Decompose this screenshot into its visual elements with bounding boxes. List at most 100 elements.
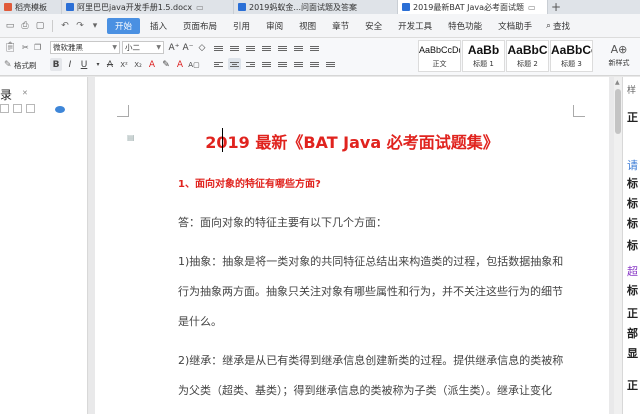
pane-char[interactable]: 部: [627, 325, 638, 341]
pane-char[interactable]: 请: [627, 157, 638, 173]
align-left-icon[interactable]: [212, 58, 225, 70]
format-painter-label[interactable]: 格式刷: [14, 60, 37, 71]
style-format-pane: 样 正 请 标 标 标 标 超 标 正 部 显 正: [622, 77, 640, 414]
pane-char[interactable]: 显: [627, 345, 638, 361]
bold-button[interactable]: B: [50, 58, 62, 71]
align-right-icon[interactable]: [244, 58, 257, 70]
line-spacing-icon[interactable]: [292, 58, 305, 70]
justify-icon[interactable]: [260, 58, 273, 70]
chevron-down-icon: ▼: [112, 44, 117, 51]
menu-review[interactable]: 审阅: [258, 14, 291, 38]
pane-char[interactable]: 标: [627, 282, 638, 298]
tab-ant-interview[interactable]: 2019蚂蚁金...问面试题及答案: [234, 0, 398, 14]
strikethrough-button[interactable]: A: [104, 58, 116, 71]
copy-icon[interactable]: ❐: [34, 43, 41, 52]
pane-char[interactable]: 正: [627, 109, 638, 125]
add-heading-icon[interactable]: [13, 104, 22, 113]
chevron-down-icon[interactable]: ▾: [92, 58, 104, 71]
print-icon[interactable]: ⎙: [19, 20, 31, 32]
eye-icon[interactable]: [55, 106, 65, 113]
scroll-up-icon[interactable]: ▲: [615, 79, 620, 86]
menu-home[interactable]: 开始: [107, 17, 141, 34]
save-icon[interactable]: ▭: [4, 20, 16, 32]
close-icon[interactable]: ✕: [22, 89, 28, 97]
pane-char[interactable]: 标: [627, 237, 638, 253]
style-heading-3[interactable]: AaBbCc 标题 3: [550, 40, 593, 72]
preview-icon[interactable]: ▢: [34, 20, 46, 32]
font-name-select[interactable]: 微软雅黑 ▼: [50, 41, 120, 54]
pane-char[interactable]: 标: [627, 215, 638, 231]
style-normal[interactable]: AaBbCcDd 正文: [418, 40, 461, 72]
menu-references[interactable]: 引用: [225, 14, 258, 38]
tab-docer-templates[interactable]: 稻壳模板: [0, 0, 62, 14]
margin-mark: [117, 105, 129, 117]
new-style-label: 新样式: [608, 59, 630, 67]
align-center-icon[interactable]: [228, 58, 241, 70]
menu-special-features[interactable]: 特色功能: [440, 14, 490, 38]
sort-icon[interactable]: [292, 42, 305, 54]
subscript-button[interactable]: X₂: [132, 58, 144, 71]
paste-icon[interactable]: 📋︎: [4, 42, 17, 54]
font-color-button[interactable]: A: [146, 58, 158, 71]
style-name: 标题 3: [561, 60, 582, 68]
new-tab-button[interactable]: +: [548, 0, 564, 14]
close-icon[interactable]: ▭: [528, 3, 536, 12]
format-painter-icon[interactable]: ✎: [4, 60, 12, 70]
tab-label: 阿里巴巴java开发手册1.5.docx: [77, 2, 193, 12]
redo-icon[interactable]: ↷: [74, 20, 86, 32]
show-marks-icon[interactable]: [308, 42, 321, 54]
question-heading: 1、面向对象的特征有哪些方面?: [178, 179, 321, 190]
style-preview: AaBbCcDd: [419, 45, 460, 55]
style-heading-2[interactable]: AaBbC 标题 2: [506, 40, 549, 72]
new-style-button[interactable]: A⊕ 新样式: [600, 42, 638, 74]
superscript-button[interactable]: X²: [118, 58, 130, 71]
body-line: 1)抽象：抽象是将一类对象的共同特征总结出来构造类的过程，包括数据抽象和: [178, 255, 564, 268]
font-size-select[interactable]: 小二 ▼: [122, 41, 164, 54]
quick-access-toolbar: ▭ ⎙ ▢ ↶ ↷ ▾: [0, 19, 101, 32]
vertical-scrollbar[interactable]: ▲: [614, 77, 622, 414]
char-border-icon[interactable]: A▢: [188, 58, 200, 71]
menu-security[interactable]: 安全: [357, 14, 390, 38]
distribute-icon[interactable]: [276, 58, 289, 70]
bullet-list-icon[interactable]: [212, 42, 225, 54]
expand-icon[interactable]: [0, 104, 9, 113]
cut-icon[interactable]: ✂: [22, 43, 29, 52]
increase-indent-icon[interactable]: [260, 42, 273, 54]
menu-insert[interactable]: 插入: [142, 14, 175, 38]
menu-page-layout[interactable]: 页面布局: [175, 14, 225, 38]
italic-button[interactable]: I: [64, 58, 76, 71]
style-name: 正文: [432, 60, 447, 68]
scrollbar-thumb[interactable]: [615, 89, 621, 134]
shading-icon[interactable]: [308, 58, 321, 70]
text-effect-button[interactable]: A: [174, 58, 186, 71]
nav-pane-title: 录: [0, 88, 13, 102]
document-page[interactable]: ▤ 2019 最新《BAT Java 必考面试题集》 1、面向对象的特征有哪些方…: [95, 77, 609, 414]
highlight-icon[interactable]: ✎: [160, 58, 172, 71]
style-heading-1[interactable]: AaBb 标题 1: [462, 40, 505, 72]
menu-doc-assistant[interactable]: 文档助手: [490, 14, 540, 38]
pane-char[interactable]: 正: [627, 305, 638, 321]
chinese-layout-icon[interactable]: [276, 42, 289, 54]
menu-section[interactable]: 章节: [324, 14, 357, 38]
tab-bat-java[interactable]: 2019最新BAT Java必考面试题 ▭: [398, 0, 548, 14]
menu-bar: ▭ ⎙ ▢ ↶ ↷ ▾ 开始 插入 页面布局 引用 审阅 视图 章节 安全 开发…: [0, 14, 640, 38]
menu-view[interactable]: 视图: [291, 14, 324, 38]
grow-font-icon[interactable]: A⁺: [168, 41, 180, 54]
border-icon[interactable]: [324, 58, 337, 70]
pane-char[interactable]: 超: [627, 263, 638, 279]
undo-icon[interactable]: ↶: [59, 20, 71, 32]
menu-developer-tools[interactable]: 开发工具: [390, 14, 440, 38]
pane-char[interactable]: 正: [627, 377, 638, 393]
pane-char[interactable]: 标: [627, 175, 638, 191]
shrink-font-icon[interactable]: A⁻: [182, 41, 194, 54]
search-button[interactable]: ⌕ 查找: [540, 20, 576, 32]
tab-alibaba-manual[interactable]: 阿里巴巴java开发手册1.5.docx ▭: [62, 0, 234, 14]
decrease-indent-icon[interactable]: [244, 42, 257, 54]
clear-format-icon[interactable]: ◇: [196, 41, 208, 54]
underline-button[interactable]: U: [78, 58, 90, 71]
chevron-down-icon[interactable]: ▾: [89, 20, 101, 32]
numbered-list-icon[interactable]: [228, 42, 241, 54]
delete-heading-icon[interactable]: [26, 104, 35, 113]
pane-char[interactable]: 标: [627, 195, 638, 211]
close-icon[interactable]: ▭: [196, 3, 204, 12]
